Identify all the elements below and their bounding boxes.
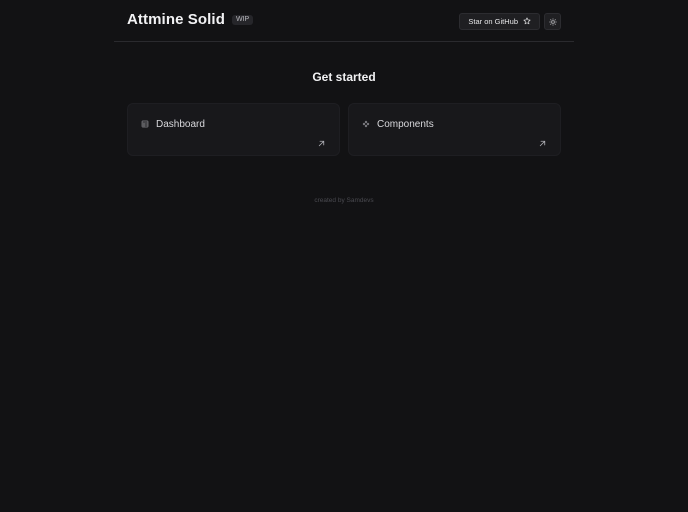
app-title[interactable]: Attmine Solid (127, 11, 225, 28)
github-button-label: Star on GitHub (468, 17, 518, 26)
wip-badge: WIP (231, 15, 254, 25)
card-label-dashboard: Dashboard (156, 118, 205, 130)
section-heading: Get started (312, 70, 376, 84)
star-on-github-button[interactable]: Star on GitHub (459, 13, 540, 30)
get-started-cards: Dashboard Components (127, 103, 561, 156)
brand: Attmine Solid WIP (127, 11, 254, 28)
arrow-up-right-icon (538, 135, 547, 147)
card-header: Components (362, 115, 434, 133)
header-actions: Star on GitHub (459, 13, 561, 30)
components-card[interactable]: Components (348, 103, 561, 156)
arrow-up-right-icon (317, 135, 326, 147)
theme-toggle-button[interactable] (544, 13, 561, 30)
top-header: Attmine Solid WIP Star on GitHub (114, 0, 574, 42)
page: Attmine Solid WIP Star on GitHub Get sta… (0, 0, 688, 512)
card-header: Dashboard (141, 115, 205, 133)
sun-icon (548, 13, 557, 31)
components-icon (362, 115, 370, 133)
dashboard-card[interactable]: Dashboard (127, 103, 340, 156)
dashboard-icon (141, 115, 149, 133)
card-label-components: Components (377, 118, 434, 130)
star-icon (523, 17, 531, 27)
footer-credit: created by Samdevs (314, 197, 374, 204)
